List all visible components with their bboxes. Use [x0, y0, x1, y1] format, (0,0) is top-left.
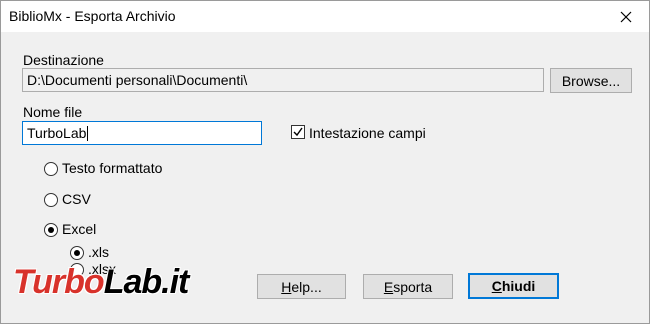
export-dialog: BiblioMx - Esporta Archivio Destinazione…	[0, 0, 650, 324]
close-dialog-button[interactable]: Chiudi	[468, 273, 559, 299]
filename-label: Nome file	[23, 104, 83, 120]
checkmark-icon	[293, 127, 303, 137]
help-button[interactable]: Help...	[257, 274, 346, 299]
radio-csv[interactable]	[44, 193, 58, 207]
radio-xls-label: .xls	[88, 244, 109, 260]
close-button-mnemonic: C	[491, 278, 502, 294]
help-button-label: elp...	[291, 278, 322, 295]
filename-value: TurboLab	[27, 125, 87, 141]
radio-selected-dot	[74, 250, 80, 256]
radio-xlsx[interactable]	[70, 263, 84, 277]
export-button-label: sporta	[393, 278, 433, 295]
header-checkbox[interactable]	[291, 125, 305, 139]
radio-csv-label: CSV	[62, 191, 91, 207]
window-title: BiblioMx - Esporta Archivio	[9, 8, 176, 24]
export-button[interactable]: Esporta	[363, 274, 453, 299]
export-button-mnemonic: E	[383, 278, 394, 295]
radio-formatted-text-label: Testo formattato	[62, 160, 163, 176]
browse-button[interactable]: Browse...	[550, 68, 632, 93]
radio-excel[interactable]	[44, 223, 58, 237]
filename-input[interactable]: TurboLab	[22, 121, 262, 145]
radio-xls[interactable]	[70, 246, 84, 260]
radio-xlsx-label: .xlsx	[88, 261, 116, 277]
radio-formatted-text[interactable]	[44, 162, 58, 176]
destination-label: Destinazione	[23, 52, 104, 68]
close-button-label: hiudi	[501, 278, 536, 294]
text-caret	[87, 126, 89, 141]
radio-selected-dot	[48, 227, 54, 233]
radio-excel-label: Excel	[62, 221, 97, 237]
close-button[interactable]	[603, 1, 649, 32]
header-checkbox-label: Intestazione campi	[309, 125, 426, 141]
help-button-mnemonic: H	[281, 278, 292, 295]
title-bar: BiblioMx - Esporta Archivio	[1, 1, 649, 32]
destination-path-field[interactable]: D:\Documenti personali\Documenti\	[22, 68, 544, 92]
close-icon	[620, 11, 632, 22]
